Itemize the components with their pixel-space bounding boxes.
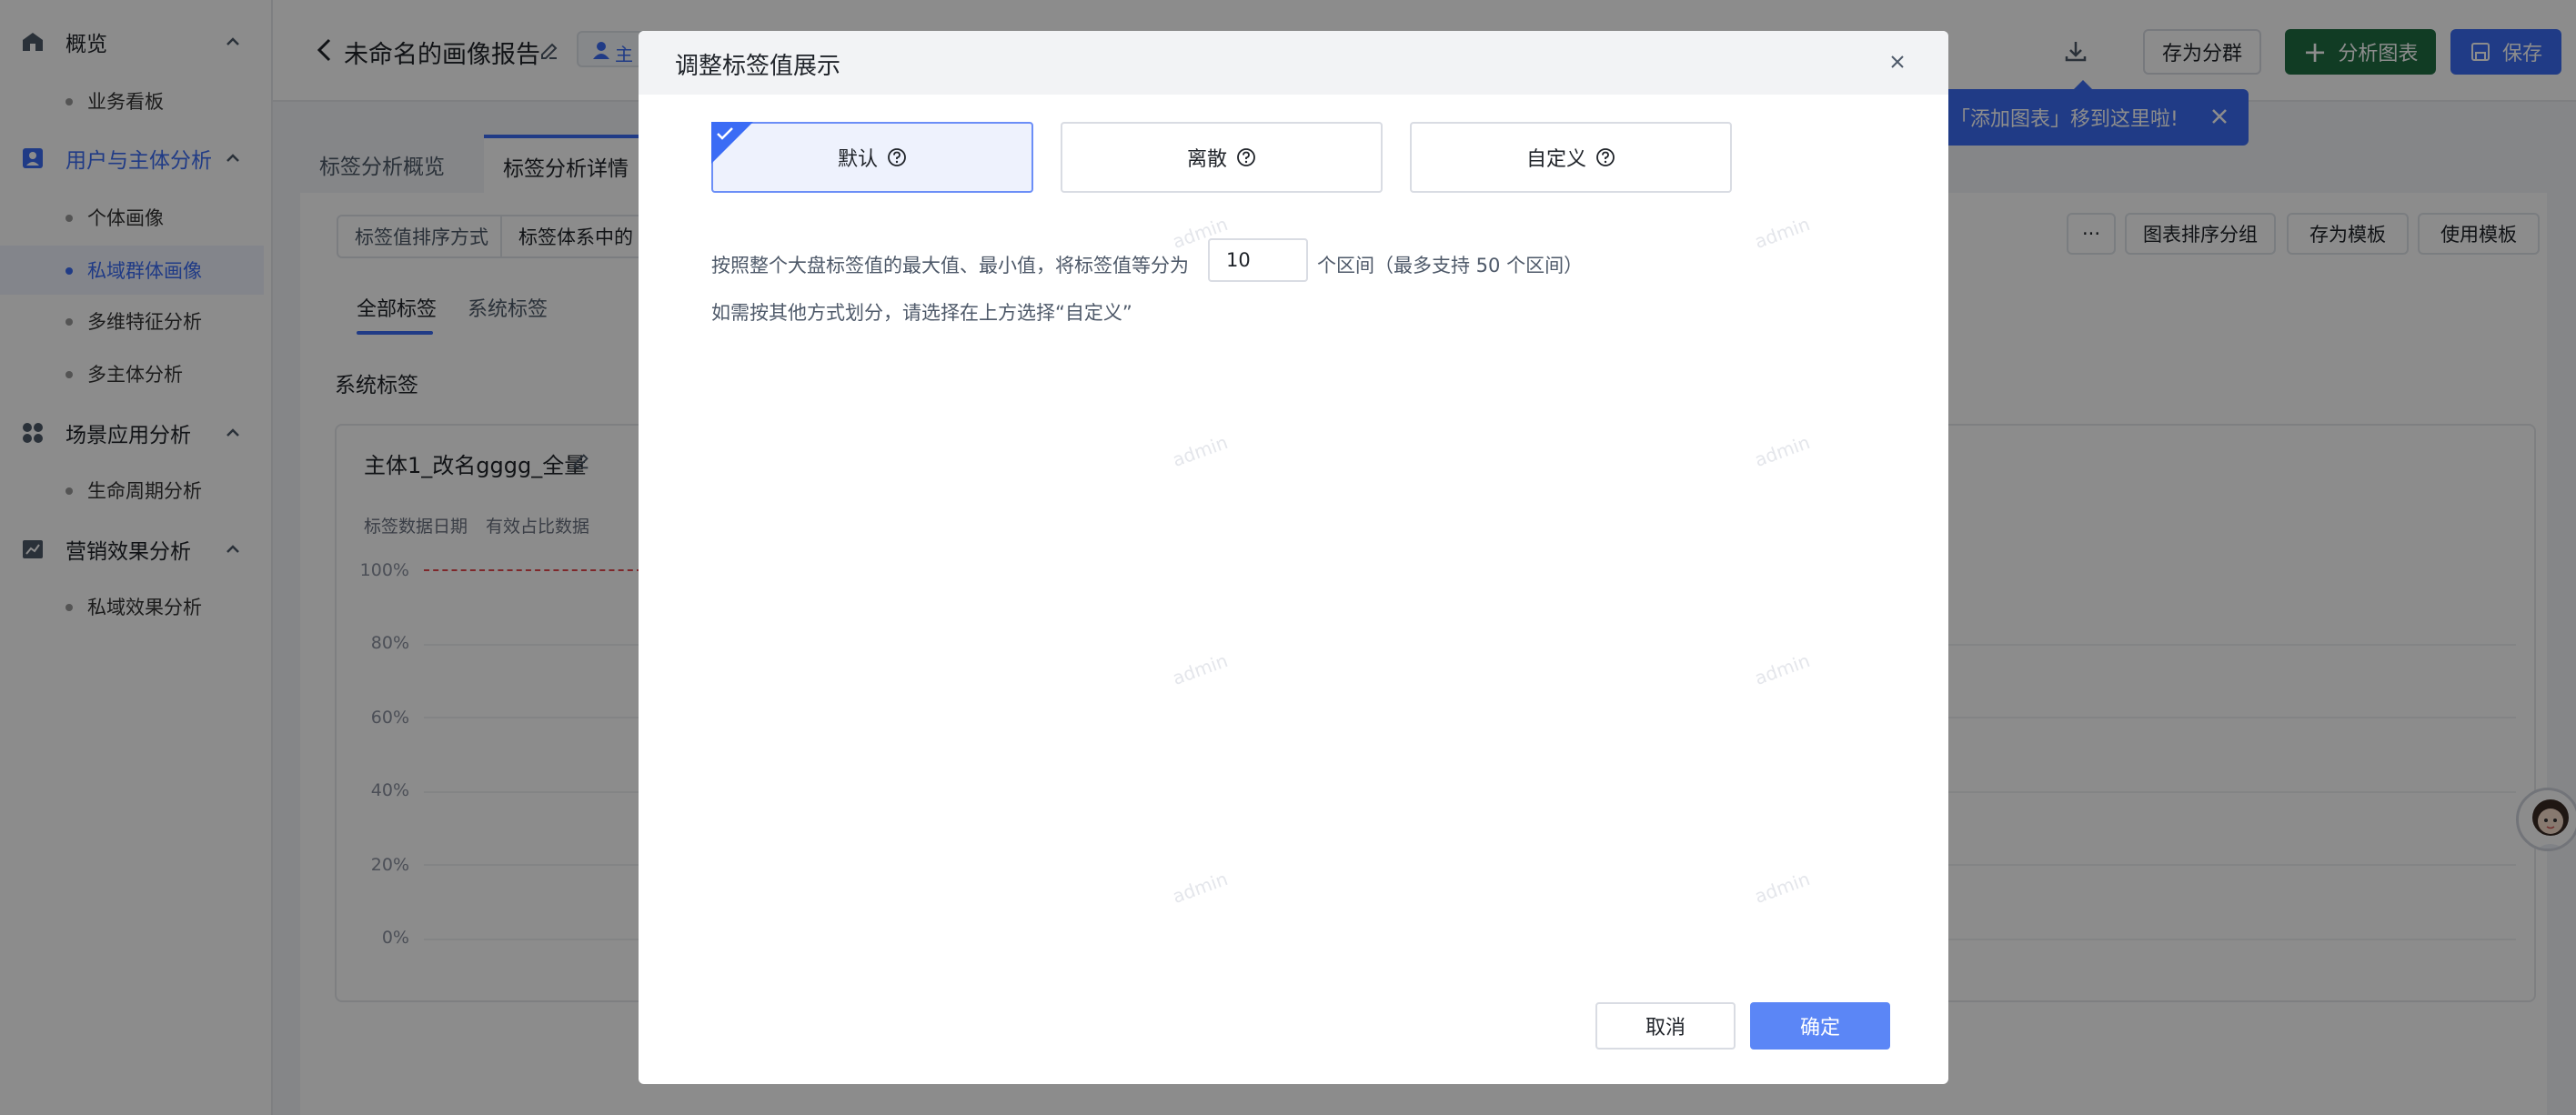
- help-icon[interactable]: [1595, 147, 1615, 167]
- dialog-header: 调整标签值展示: [639, 31, 1948, 95]
- option-label: 默认: [837, 148, 878, 171]
- confirm-button[interactable]: 确定: [1750, 1002, 1890, 1050]
- option-label: 自定义: [1525, 148, 1586, 171]
- option-label: 离散: [1186, 148, 1227, 171]
- watermark: admin: [1751, 431, 1813, 471]
- option-discrete[interactable]: 离散: [1061, 122, 1383, 193]
- help-icon[interactable]: [887, 147, 907, 167]
- dialog-title: 调整标签值展示: [675, 53, 841, 80]
- option-custom[interactable]: 自定义: [1410, 122, 1732, 193]
- adjust-tag-value-dialog: 调整标签值展示 默认 离散 自定义 按照整个大盘标签值的最大值、最小值，将标签值…: [639, 31, 1948, 1084]
- cancel-button[interactable]: 取消: [1595, 1002, 1736, 1050]
- watermark: admin: [1751, 649, 1813, 689]
- watermark: admin: [1169, 431, 1231, 471]
- interval-count-input[interactable]: [1208, 238, 1308, 282]
- watermark: admin: [1169, 649, 1231, 689]
- close-icon[interactable]: [1887, 51, 1908, 73]
- interval-limit-text: 个区间（最多支持 50 个区间）: [1317, 255, 1584, 276]
- interval-description: 按照整个大盘标签值的最大值、最小值，将标签值等分为: [711, 255, 1189, 276]
- help-icon[interactable]: [1236, 147, 1256, 167]
- watermark: admin: [1169, 868, 1231, 908]
- watermark: admin: [1751, 868, 1813, 908]
- watermark: admin: [1751, 213, 1813, 253]
- check-icon: [717, 127, 733, 140]
- option-default[interactable]: 默认: [711, 122, 1033, 193]
- custom-hint-text: 如需按其他方式划分，请选择在上方选择“自定义”: [711, 302, 1132, 324]
